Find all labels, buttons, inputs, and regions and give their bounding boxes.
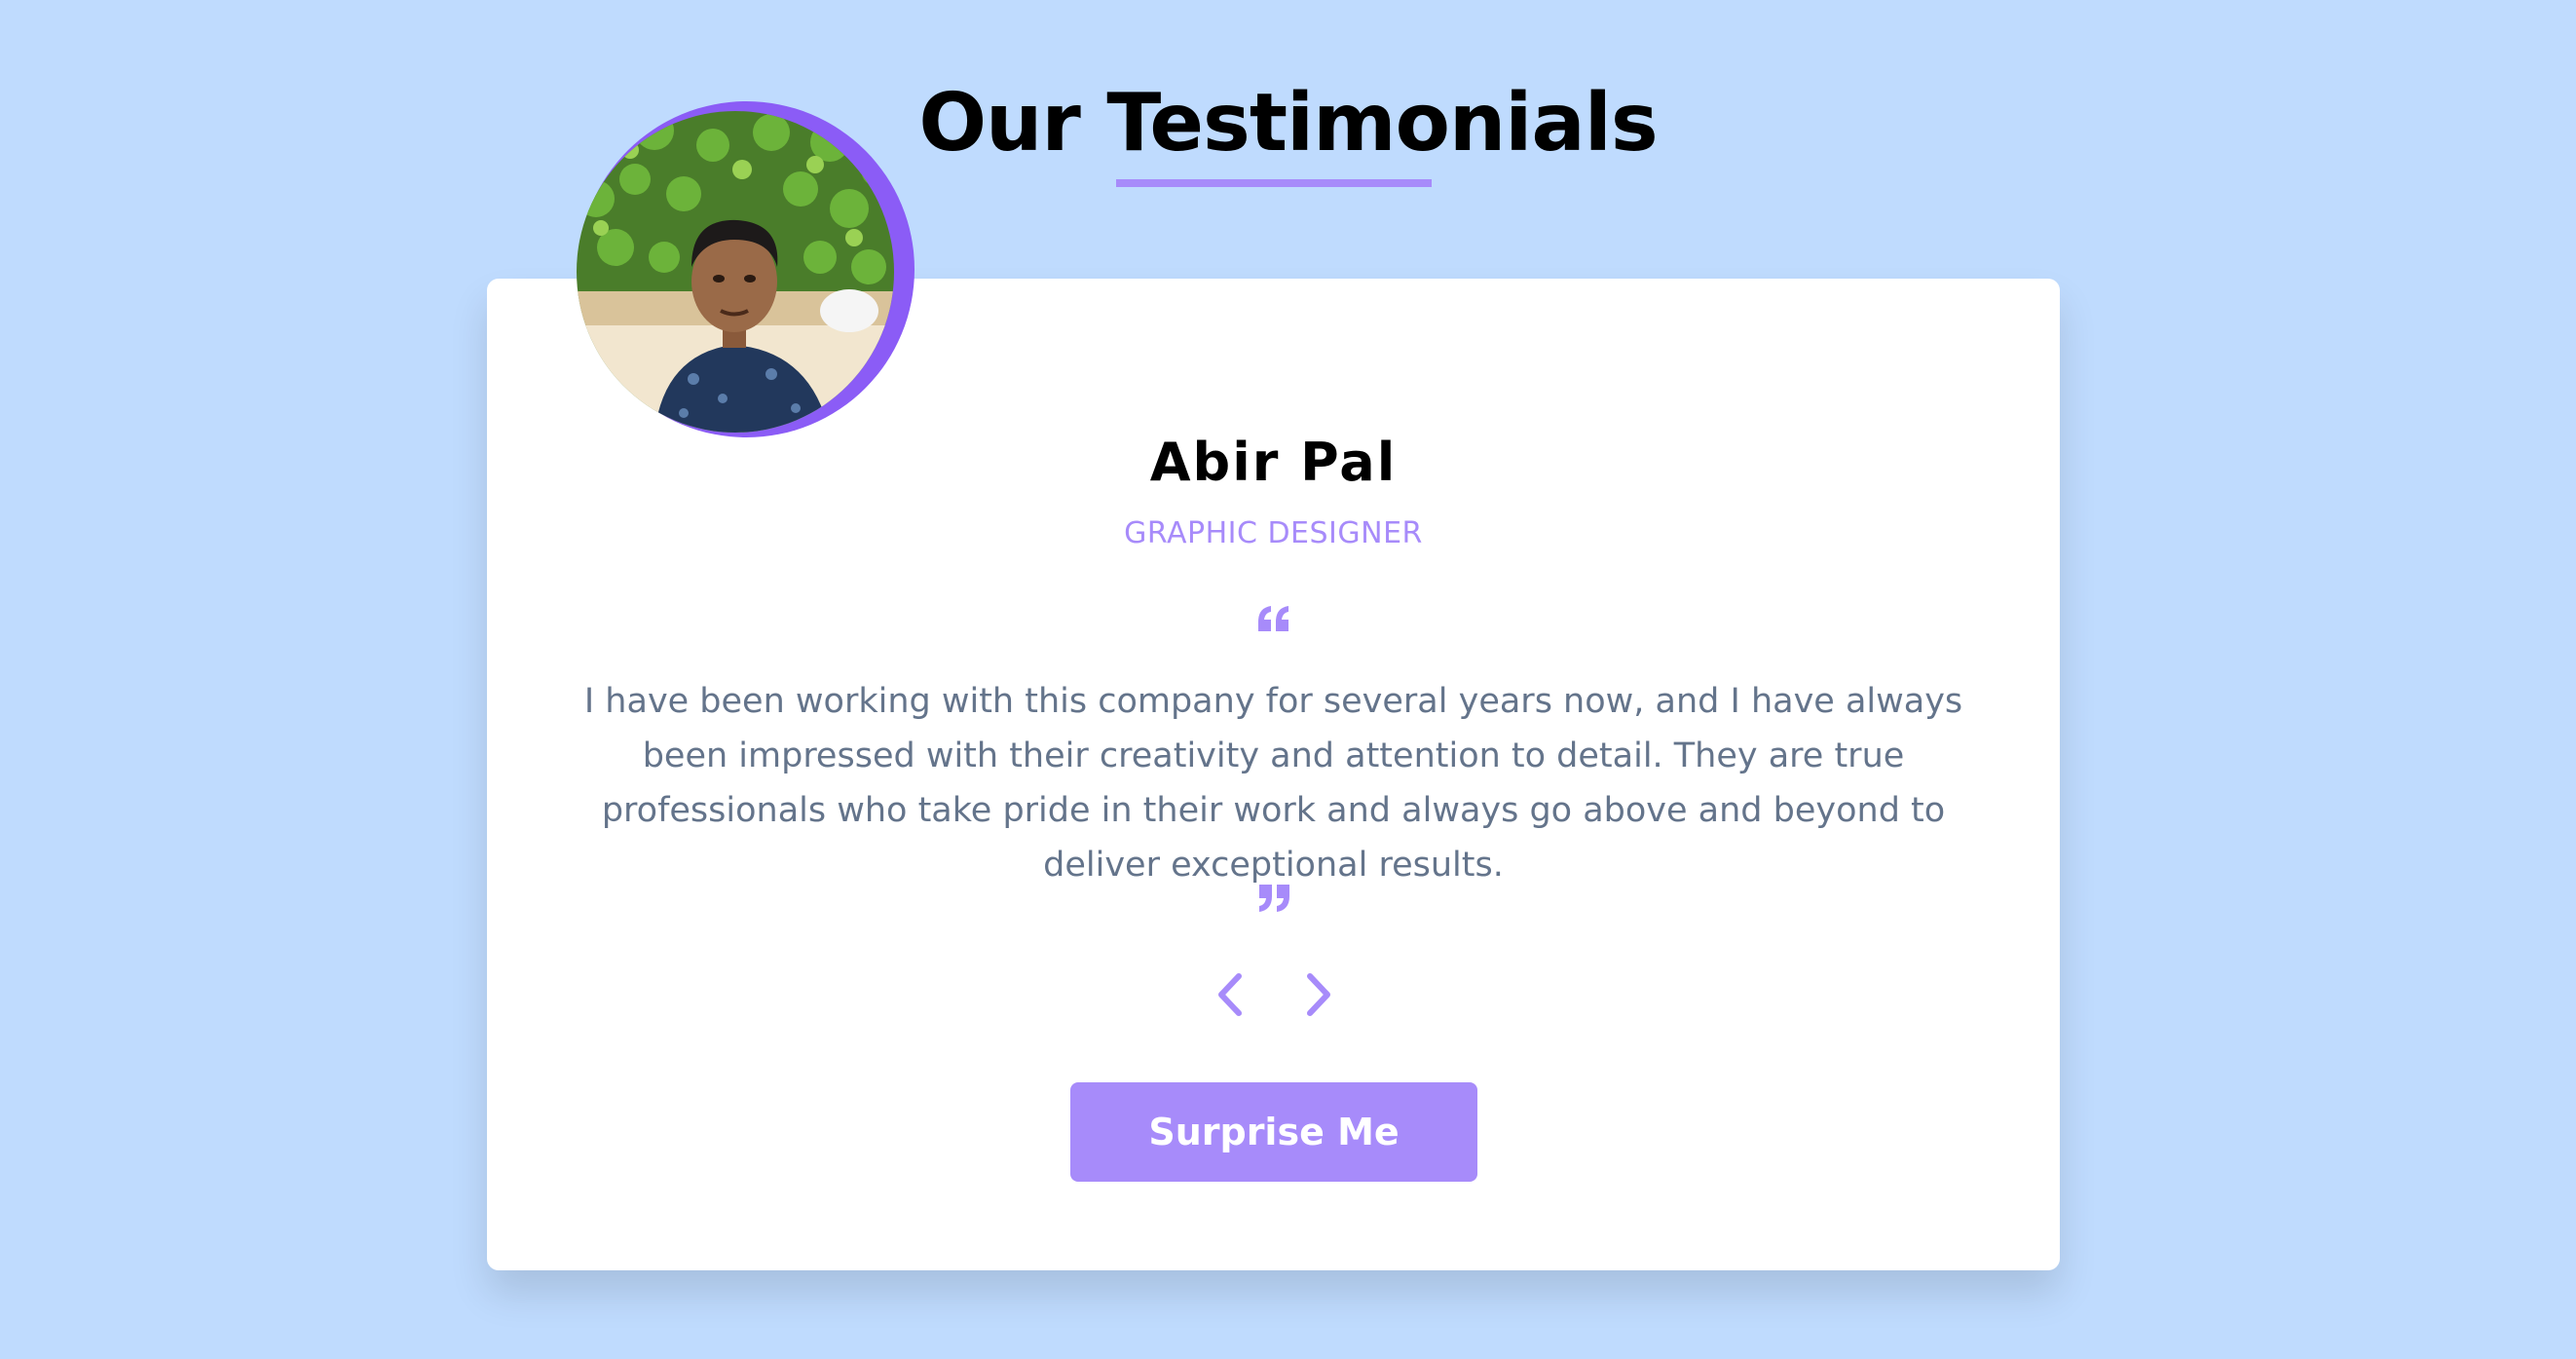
page-title: Our Testimonials xyxy=(918,77,1658,170)
avatar-photo xyxy=(577,111,894,433)
testimonial-role: GRAPHIC DESIGNER xyxy=(1124,516,1423,550)
quote-close-icon xyxy=(1259,885,1289,912)
page-header: Our Testimonials xyxy=(0,77,2576,170)
testimonial-text: I have been working with this company fo… xyxy=(583,682,1963,885)
chevron-right-icon[interactable] xyxy=(1300,970,1339,1019)
chevron-left-icon[interactable] xyxy=(1210,970,1249,1019)
title-underline xyxy=(1116,179,1432,187)
testimonial-name: Abir Pal xyxy=(1149,432,1398,493)
surprise-me-button[interactable]: Surprise Me xyxy=(1070,1082,1477,1182)
quote-open-icon xyxy=(1258,606,1288,631)
avatar xyxy=(577,111,894,433)
